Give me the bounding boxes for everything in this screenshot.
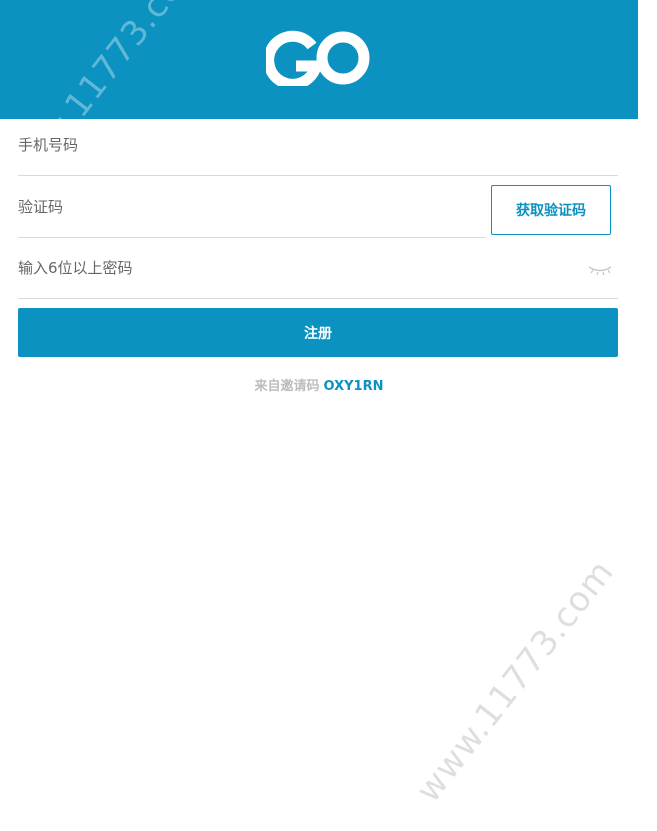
watermark-text: www.11773.com [408, 552, 623, 810]
verification-code-input[interactable] [18, 176, 486, 237]
eye-closed-icon[interactable] [588, 264, 612, 276]
verification-code-field[interactable] [18, 176, 486, 238]
phone-field[interactable] [18, 114, 618, 176]
get-code-button[interactable]: 获取验证码 [491, 185, 611, 235]
password-field[interactable] [18, 237, 618, 299]
invite-code-line: 来自邀请码 OXY1RN [0, 375, 638, 394]
invite-label: 来自邀请码 [254, 379, 320, 394]
phone-input[interactable] [18, 114, 618, 175]
go-logo-icon [266, 30, 370, 86]
header-banner [0, 0, 638, 119]
password-input[interactable] [18, 237, 618, 298]
invite-code: OXY1RN [323, 379, 384, 394]
register-button[interactable]: 注册 [18, 308, 618, 357]
